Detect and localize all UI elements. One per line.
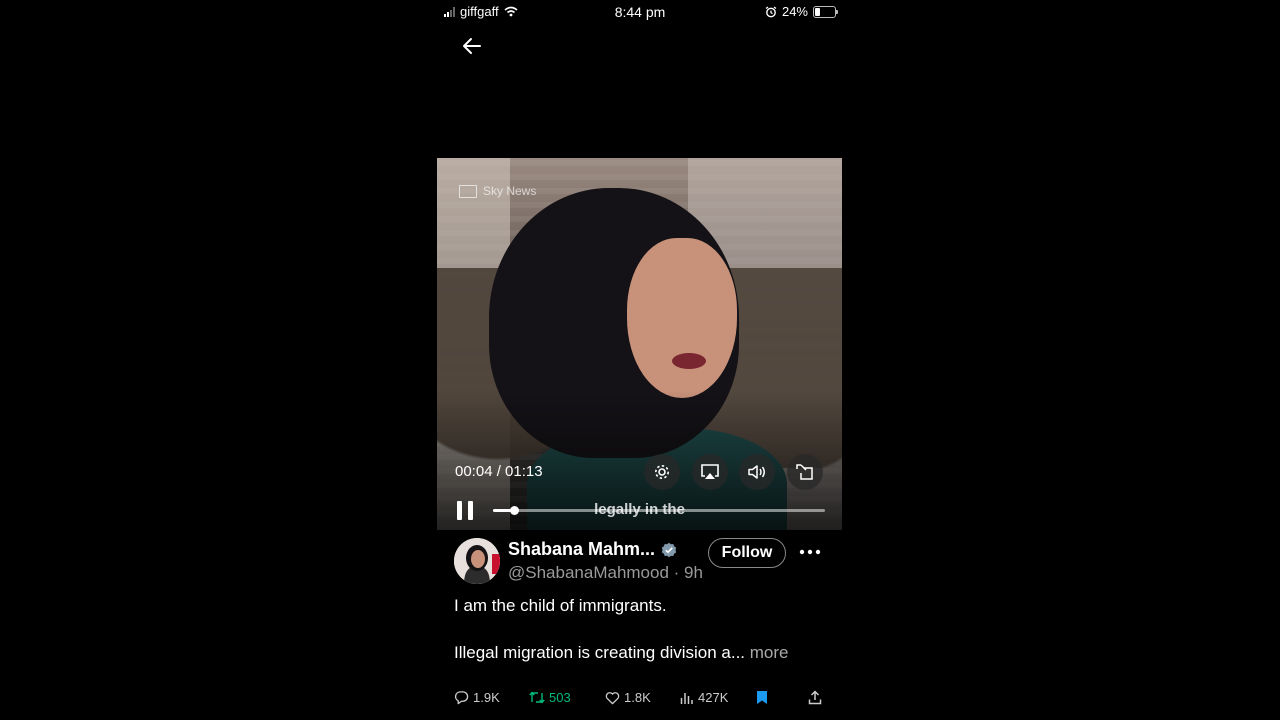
post-text-line-2: Illegal migration is creating division a… (454, 643, 789, 663)
speaker-mouth (672, 353, 706, 369)
like-count: 1.8K (624, 690, 651, 705)
repost-button[interactable]: 503 (529, 690, 571, 705)
share-icon (808, 690, 822, 705)
reply-count: 1.9K (473, 690, 500, 705)
post-text-line-1: I am the child of immigrants. (454, 596, 667, 615)
separator-dot: · (668, 563, 685, 582)
volume-icon (748, 465, 765, 479)
status-right: 24% (765, 4, 838, 19)
display-name-row[interactable]: Shabana Mahm... (508, 539, 677, 560)
repost-icon (529, 691, 545, 704)
action-bar: 1.9K 503 1.8K 427K (454, 690, 826, 710)
bookmark-button[interactable] (756, 690, 768, 705)
follow-button[interactable]: Follow (708, 538, 786, 568)
watermark-text: Sky News (483, 184, 537, 198)
verified-badge-icon (661, 542, 677, 557)
display-name[interactable]: Shabana Mahm... (508, 539, 655, 560)
views-button[interactable]: 427K (680, 690, 728, 705)
reply-icon (454, 691, 469, 705)
channel-logo-icon (459, 184, 477, 198)
status-bar: giffgaff 8:44 pm 24% (440, 0, 840, 24)
volume-button[interactable] (739, 454, 775, 490)
back-button[interactable] (460, 34, 484, 58)
profile-photo (454, 538, 500, 584)
battery-percent: 24% (781, 4, 808, 19)
alarm-icon (765, 5, 777, 17)
progress-bar[interactable] (493, 505, 825, 515)
more-horizontal-icon (799, 549, 821, 555)
speaker-face (627, 238, 737, 398)
show-more-link[interactable]: more (750, 643, 789, 662)
views-chart-icon (680, 692, 693, 704)
arrow-left-icon (463, 38, 481, 54)
expand-button[interactable] (787, 454, 823, 490)
share-button[interactable] (808, 690, 822, 705)
settings-button[interactable] (644, 454, 680, 490)
like-button[interactable]: 1.8K (605, 690, 651, 705)
handle-line: @ShabanaMahmood · 9h (508, 563, 703, 583)
user-handle[interactable]: @ShabanaMahmood (508, 563, 669, 582)
video-time: 00:04 / 01:13 (455, 463, 543, 480)
more-options-button[interactable] (797, 541, 823, 563)
post-time: 9h (684, 563, 703, 582)
settings-icon (655, 465, 669, 479)
repost-count: 503 (549, 690, 571, 705)
video-player[interactable]: Sky News 00:04 / 01:13 legally in the (437, 158, 842, 530)
bookmark-icon (757, 691, 767, 704)
airplay-icon (701, 464, 719, 479)
heart-icon (605, 691, 620, 704)
view-count: 427K (698, 690, 729, 705)
reply-button[interactable]: 1.9K (454, 690, 500, 705)
channel-watermark: Sky News (459, 184, 536, 198)
progress-thumb[interactable] (510, 505, 520, 515)
post-text-truncated: Illegal migration is creating division a… (454, 643, 746, 662)
battery-icon (813, 5, 838, 18)
avatar[interactable] (454, 538, 500, 584)
expand-icon (796, 464, 813, 480)
airplay-button[interactable] (692, 454, 728, 490)
